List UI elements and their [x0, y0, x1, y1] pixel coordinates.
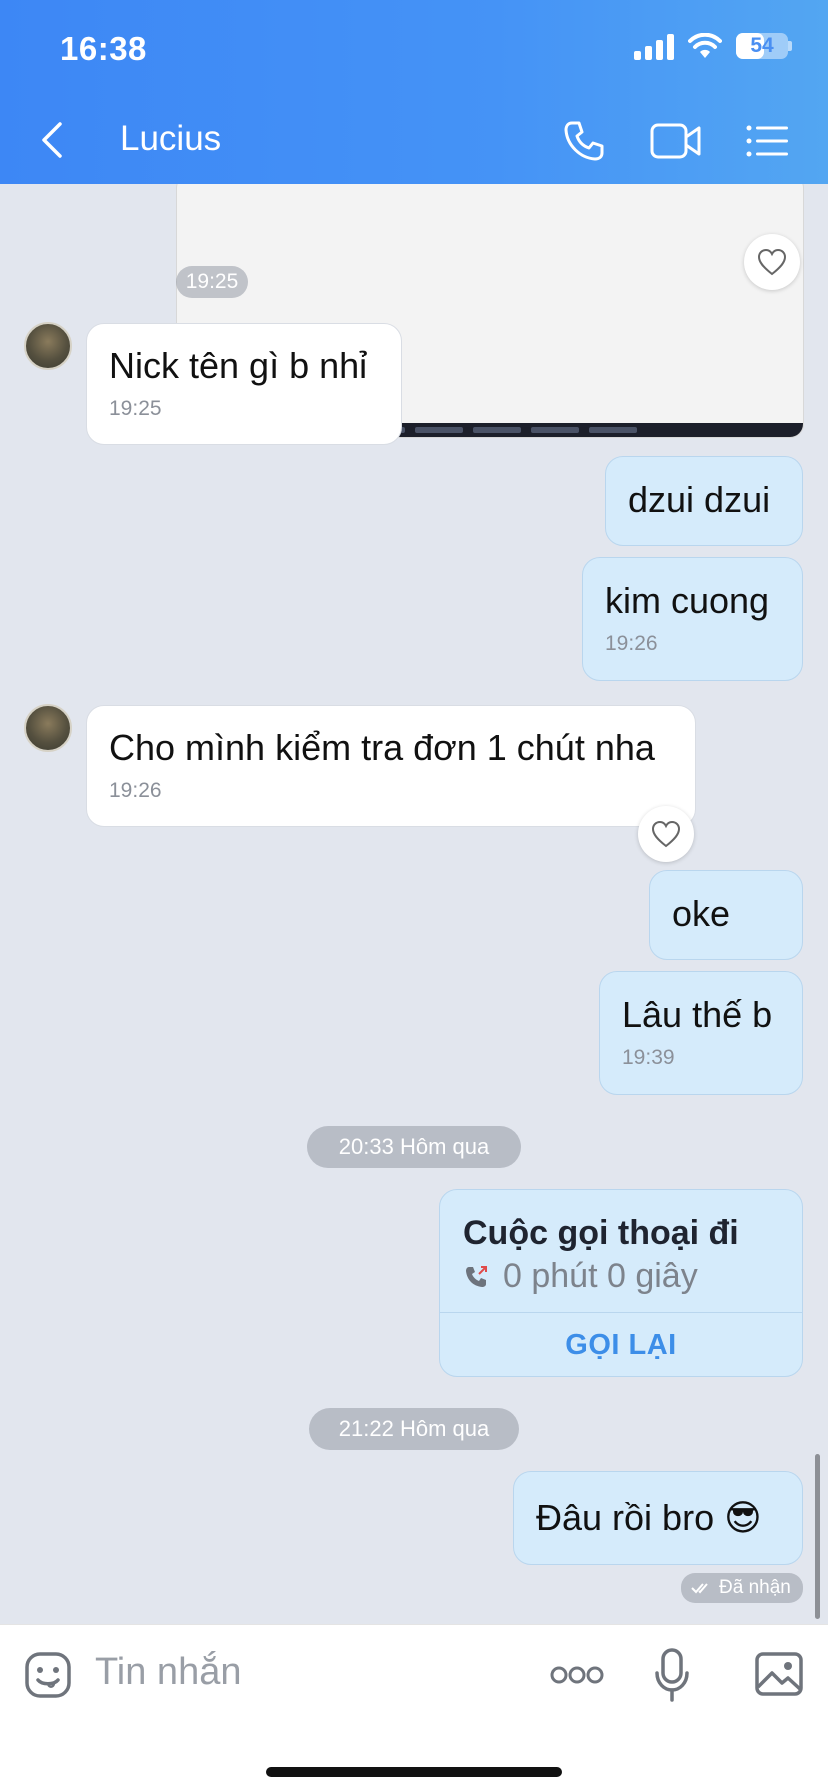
emoji-icon [25, 1652, 71, 1698]
more-dots-icon [550, 1666, 604, 1684]
voice-message-button[interactable] [652, 1645, 692, 1705]
video-camera-icon [650, 123, 701, 159]
list-menu-icon [746, 125, 788, 157]
battery-level: 54 [750, 34, 774, 57]
delivery-status: Đã nhận [681, 1573, 803, 1603]
message-text: dzui dzui [628, 479, 771, 520]
message-time: 19:26 [109, 779, 162, 802]
avatar[interactable] [24, 322, 72, 370]
message-time: 19:39 [622, 1046, 675, 1069]
gallery-button[interactable] [752, 1649, 806, 1699]
message-incoming[interactable]: Cho mình kiểm tra đơn 1 chút nha 19:26 [86, 705, 696, 827]
call-duration: 0 phút 0 giây [503, 1257, 698, 1295]
message-outgoing[interactable]: oke [649, 870, 803, 960]
wifi-icon [688, 33, 722, 58]
react-heart-button[interactable] [638, 806, 694, 862]
message-incoming[interactable]: Nick tên gì b nhỉ 19:25 [86, 323, 402, 445]
back-button[interactable] [40, 115, 76, 165]
outgoing-call-icon [466, 1265, 487, 1287]
voice-call-button[interactable] [556, 118, 612, 164]
status-time: 16:38 [60, 30, 147, 67]
sticker-button[interactable] [22, 1649, 74, 1701]
image-time: 19:25 [176, 266, 248, 298]
message-time: 19:25 [109, 397, 162, 420]
battery-icon: 54 [736, 33, 792, 59]
heart-icon [757, 248, 787, 276]
message-time: 19:26 [605, 632, 658, 655]
message-input-bar: Tin nhắn [0, 1624, 828, 1792]
menu-button[interactable] [740, 118, 796, 164]
message-text: Cho mình kiểm tra đơn 1 chút nha [109, 727, 655, 768]
message-text: Lâu thế b [622, 994, 773, 1035]
heart-icon [651, 820, 681, 848]
microphone-icon [655, 1648, 689, 1702]
header: 16:38 54 Lucius [0, 0, 828, 184]
message-input[interactable]: Tin nhắn [95, 1651, 241, 1694]
double-check-icon [691, 1583, 708, 1594]
status-icons: 54 [634, 32, 792, 60]
call-message[interactable]: Cuộc gọi thoại đi 0 phút 0 giây GỌI LẠI [439, 1189, 803, 1377]
message-text: oke [672, 893, 731, 934]
message-outgoing[interactable]: Đâu rồi bro 😎 [513, 1471, 803, 1565]
delivery-status-text: Đã nhận [719, 1577, 791, 1598]
more-button[interactable] [548, 1655, 606, 1695]
chevron-left-icon [42, 122, 62, 158]
image-icon [755, 1652, 803, 1696]
avatar[interactable] [24, 704, 72, 752]
chat-area[interactable]: 19:25 Nick tên gì b nhỉ 19:25 dzui dzui … [0, 184, 828, 1624]
message-text: Đâu rồi bro 😎 [536, 1497, 762, 1538]
message-text: kim cuong [605, 580, 770, 621]
scrollbar[interactable] [815, 1454, 820, 1619]
message-outgoing[interactable]: Lâu thế b 19:39 [599, 971, 803, 1095]
message-text: Nick tên gì b nhỉ [109, 345, 368, 386]
video-call-button[interactable] [648, 118, 704, 164]
message-outgoing[interactable]: dzui dzui [605, 456, 803, 546]
message-outgoing[interactable]: kim cuong 19:26 [582, 557, 803, 681]
home-indicator[interactable] [266, 1767, 562, 1777]
cellular-signal-icon [634, 32, 674, 60]
react-heart-button[interactable] [744, 234, 800, 290]
date-divider: 20:33 Hôm qua [307, 1126, 521, 1168]
contact-name[interactable]: Lucius [120, 119, 221, 159]
call-back-button[interactable]: GỌI LẠI [440, 1312, 802, 1376]
call-title: Cuộc gọi thoại đi [463, 1214, 739, 1252]
phone-icon [564, 121, 604, 161]
date-divider: 21:22 Hôm qua [309, 1408, 519, 1450]
